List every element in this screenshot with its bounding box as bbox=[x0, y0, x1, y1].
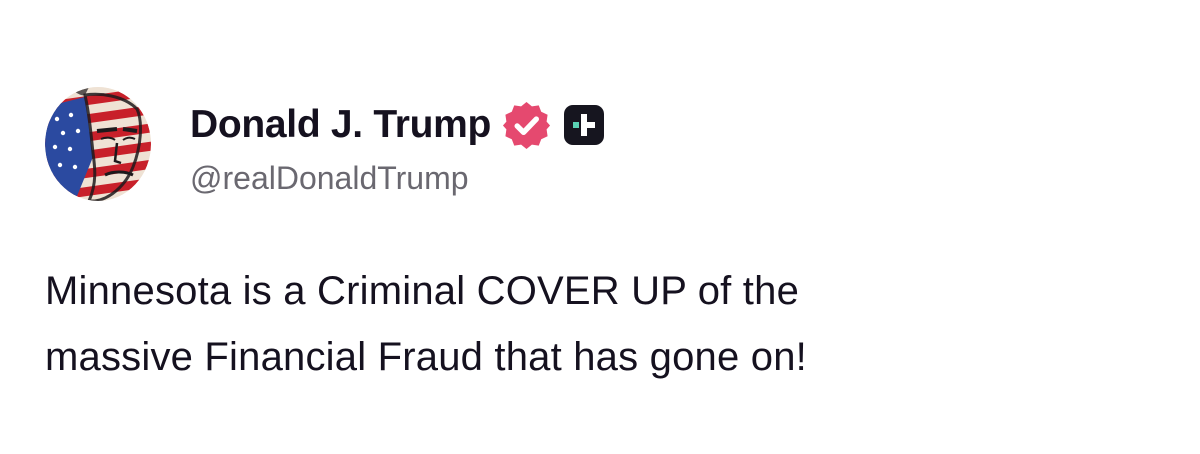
author-name-row: Donald J. Trump bbox=[190, 98, 605, 152]
author-handle[interactable]: @realDonaldTrump bbox=[190, 160, 469, 197]
avatar-flag-portrait-icon bbox=[45, 87, 151, 201]
post-text: Minnesota is a Criminal COVER UP of the … bbox=[45, 258, 1155, 390]
plus-badge-icon bbox=[564, 105, 605, 145]
display-name[interactable]: Donald J. Trump bbox=[190, 103, 491, 147]
profile-avatar[interactable] bbox=[45, 87, 151, 201]
post-text-line: Minnesota is a Criminal COVER UP of the bbox=[45, 269, 800, 313]
post-text-line: massive Financial Fraud that has gone on… bbox=[45, 335, 807, 379]
verified-check-icon bbox=[501, 100, 552, 151]
post-card: Donald J. Trump @realDonaldTrump Minneso… bbox=[0, 0, 1200, 454]
